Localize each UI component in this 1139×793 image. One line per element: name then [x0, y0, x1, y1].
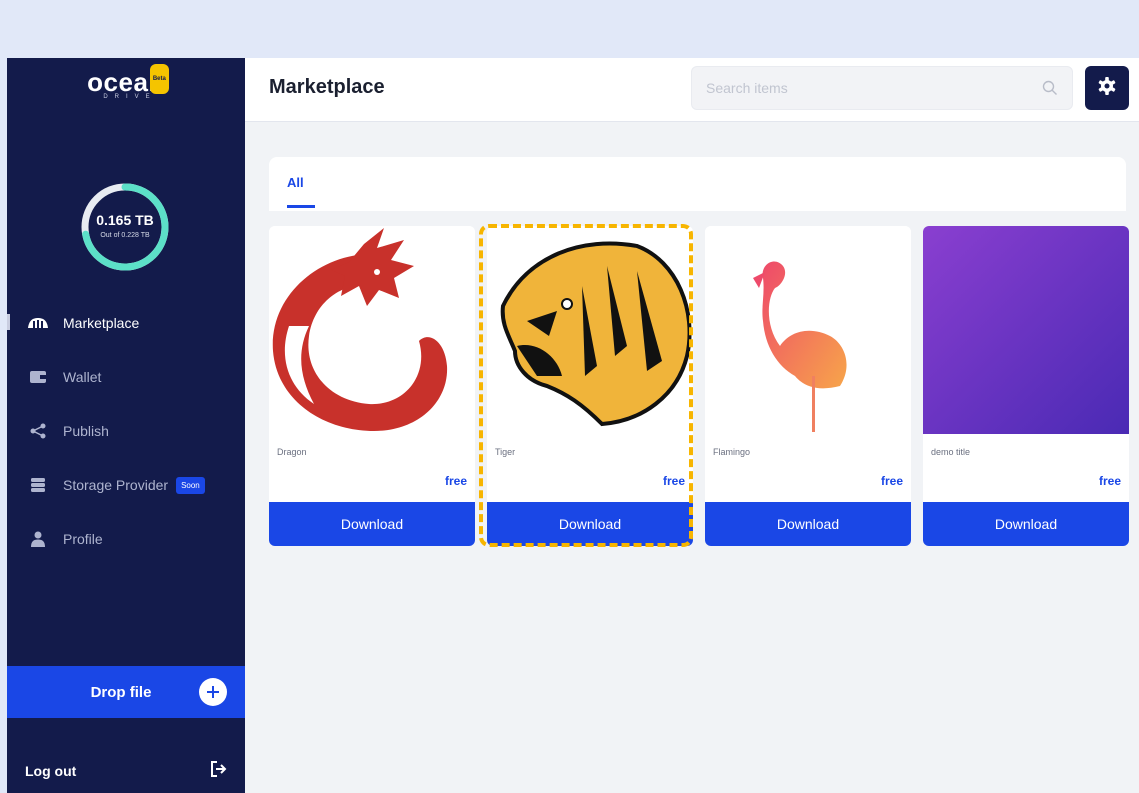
item-price: free	[444, 474, 467, 488]
user-icon	[27, 531, 49, 547]
sidebar: ocean Beta DRIVE 0.165 TB Out of 0.228 T…	[7, 58, 245, 793]
tab-all[interactable]: All	[287, 175, 304, 190]
wallet-icon	[27, 369, 49, 385]
plus-icon	[199, 678, 227, 706]
share-icon	[27, 423, 49, 439]
storage-used: 0.165 TB	[96, 212, 154, 228]
sidebar-item-wallet[interactable]: Wallet	[7, 350, 245, 404]
sidebar-item-marketplace[interactable]: Marketplace	[7, 296, 245, 350]
page-title: Marketplace	[269, 76, 385, 98]
sidebar-item-label: Publish	[63, 423, 109, 439]
sidebar-nav: Marketplace Wallet Publish Storage Provi…	[7, 296, 245, 566]
item-title: Dragon	[277, 447, 307, 457]
search-box	[691, 66, 1073, 110]
sidebar-item-publish[interactable]: Publish	[7, 404, 245, 458]
marketplace-icon	[27, 315, 49, 331]
download-button[interactable]: Download	[705, 502, 911, 546]
tab-active-indicator	[287, 205, 315, 208]
item-price: free	[880, 474, 903, 488]
item-title: Tiger	[495, 447, 516, 457]
search-icon[interactable]	[1042, 80, 1058, 101]
drop-file-label: Drop file	[90, 683, 152, 701]
download-button[interactable]: Download	[269, 502, 475, 546]
item-card-flamingo[interactable]: Flamingo free Download	[705, 226, 911, 546]
drop-file-button[interactable]: Drop file	[7, 666, 245, 718]
storage-usage-ring: 0.165 TB Out of 0.228 TB	[80, 182, 170, 272]
soon-badge: Soon	[176, 476, 205, 494]
sidebar-item-profile[interactable]: Profile	[7, 512, 245, 566]
item-price: free	[662, 474, 685, 488]
sidebar-item-label: Wallet	[63, 369, 102, 385]
sidebar-item-label: Storage Provider	[63, 477, 169, 493]
gear-icon	[1097, 76, 1117, 101]
beta-badge: Beta	[149, 64, 169, 94]
tiger-image	[487, 226, 693, 434]
flamingo-image	[705, 226, 911, 434]
tabs-bar: All	[269, 157, 1126, 211]
item-price: free	[1098, 474, 1121, 488]
item-card-dragon[interactable]: Dragon free Download	[269, 226, 475, 546]
app-window: ocean Beta DRIVE 0.165 TB Out of 0.228 T…	[7, 58, 1139, 793]
storage-total: Out of 0.228 TB	[100, 232, 150, 239]
logout-button[interactable]: Log out	[7, 753, 245, 789]
demo-image	[923, 226, 1129, 434]
logout-label: Log out	[25, 763, 77, 779]
logo: ocean Beta DRIVE	[7, 64, 245, 100]
database-icon	[27, 477, 49, 493]
dragon-image	[269, 226, 475, 434]
top-header: Marketplace	[245, 58, 1139, 122]
item-grid: Dragon free Download Tiger free Download…	[269, 226, 1129, 548]
item-card-tiger[interactable]: Tiger free Download	[487, 226, 693, 546]
sidebar-item-storage-provider[interactable]: Storage Provider Soon	[7, 458, 245, 512]
download-button[interactable]: Download	[487, 502, 693, 546]
item-title: Flamingo	[713, 447, 751, 457]
logout-icon	[209, 760, 227, 783]
settings-button[interactable]	[1085, 66, 1129, 110]
sidebar-item-label: Marketplace	[63, 315, 140, 331]
sidebar-item-label: Profile	[63, 531, 103, 547]
search-input[interactable]	[706, 67, 1036, 109]
download-button[interactable]: Download	[923, 502, 1129, 546]
item-card-demo[interactable]: demo title free Download	[923, 226, 1129, 546]
item-title: demo title	[931, 447, 971, 457]
